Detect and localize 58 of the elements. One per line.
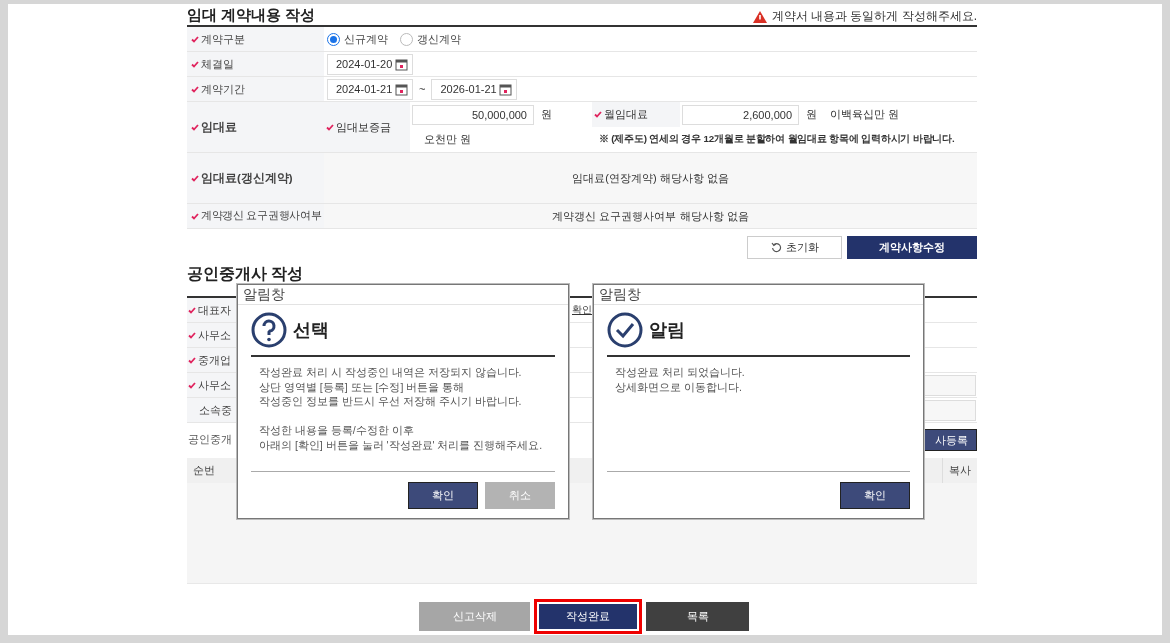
- refresh-icon: [770, 242, 782, 253]
- confirm-button[interactable]: 확인: [840, 482, 910, 509]
- register-button[interactable]: 사등록: [925, 429, 977, 451]
- field-label: 임대보증금: [336, 119, 391, 135]
- warning-icon: [752, 10, 767, 23]
- monthly-rent-field[interactable]: 2,600,000: [682, 104, 799, 125]
- field-label: 체결일: [201, 56, 234, 72]
- field-label: 대표자: [198, 302, 231, 318]
- field-label: 계약기간: [201, 81, 245, 97]
- date-field[interactable]: 2024-01-21: [327, 78, 413, 100]
- field-label: 계약구분: [201, 31, 245, 47]
- field-label: 임대료(갱신계약): [201, 170, 293, 186]
- field-label: 사무소: [198, 327, 231, 343]
- range-separator: ~: [419, 83, 426, 95]
- radio-label: 갱신계약: [417, 31, 461, 47]
- amount-in-words: 오천만 원: [424, 132, 472, 147]
- input-field[interactable]: [924, 399, 976, 421]
- list-label: 공인중개: [187, 433, 232, 447]
- amount-in-words: 이백육십만 원: [830, 107, 900, 122]
- value-text: 계약갱신 요구권행사여부 해당사항 없음: [552, 208, 749, 224]
- unit-label: 원: [806, 107, 817, 122]
- confirm-button[interactable]: 확인: [408, 482, 478, 509]
- calendar-icon: [395, 57, 408, 71]
- dialog-message: 작성완료 처리 시 작성중인 내역은 저장되지 않습니다. 상단 영역별 [등록] 또는 [수정] 버튼을 통해 작성중인 정보를 반드시 우선 저장해 주시기 바랍니다. 작성한 내용을 등록/수정한 이후 아래의 [확인] 버튼을 눌러 '작성완료' 처리를 진행해주세요.: [251, 357, 555, 472]
- input-field[interactable]: [924, 374, 976, 396]
- dialog-heading: 알림: [649, 319, 685, 342]
- radio-label: 신규계약: [344, 31, 388, 47]
- date-field[interactable]: 2026-01-21: [431, 78, 518, 100]
- date-field[interactable]: 2024-01-20: [327, 53, 413, 75]
- question-icon: [251, 312, 287, 348]
- field-label: 소속중: [199, 402, 232, 418]
- field-label: 월임대료: [604, 107, 648, 122]
- reset-button[interactable]: 초기화: [747, 236, 842, 259]
- field-label: 계약갱신 요구권행사여부: [201, 209, 322, 223]
- warning-text: 계약서 내용과 동일하게 작성해주세요.: [771, 8, 977, 25]
- note-text: ※ (제주도) 연세의 경우 12개월로 분할하여 월임대료 항목에 입력하시기 바랍니다.: [598, 132, 956, 146]
- radio-button[interactable]: [327, 32, 340, 46]
- dialog-message: 작성완료 처리 되었습니다. 상세화면으로 이동합니다.: [607, 357, 910, 472]
- calendar-icon: [395, 82, 408, 96]
- value-text: 임대료(연장계약) 해당사항 없음: [572, 170, 729, 186]
- deposit-field[interactable]: 50,000,000: [412, 104, 534, 125]
- calendar-icon: [499, 82, 513, 96]
- confirm-link[interactable]: 확인: [572, 303, 592, 317]
- dialog-heading: 선택: [293, 319, 329, 342]
- column-header: 순번: [192, 463, 216, 478]
- field-label: 임대료: [201, 119, 237, 135]
- complete-button[interactable]: 작성완료: [534, 599, 642, 634]
- list-button[interactable]: 목록: [643, 599, 752, 634]
- unit-label: 원: [541, 107, 552, 122]
- radio-button[interactable]: [400, 32, 413, 46]
- section-title: 임대 계약내용 작성: [187, 5, 316, 25]
- section-title: 공인중개사 작성: [187, 265, 304, 283]
- check-icon: [607, 312, 643, 348]
- dialog-title: 알림창: [594, 285, 923, 305]
- edit-button[interactable]: 계약사항수정: [847, 236, 977, 259]
- dialog-title: 알림창: [238, 285, 568, 305]
- field-label: 사무소: [198, 377, 231, 393]
- field-label: 중개업: [198, 352, 231, 368]
